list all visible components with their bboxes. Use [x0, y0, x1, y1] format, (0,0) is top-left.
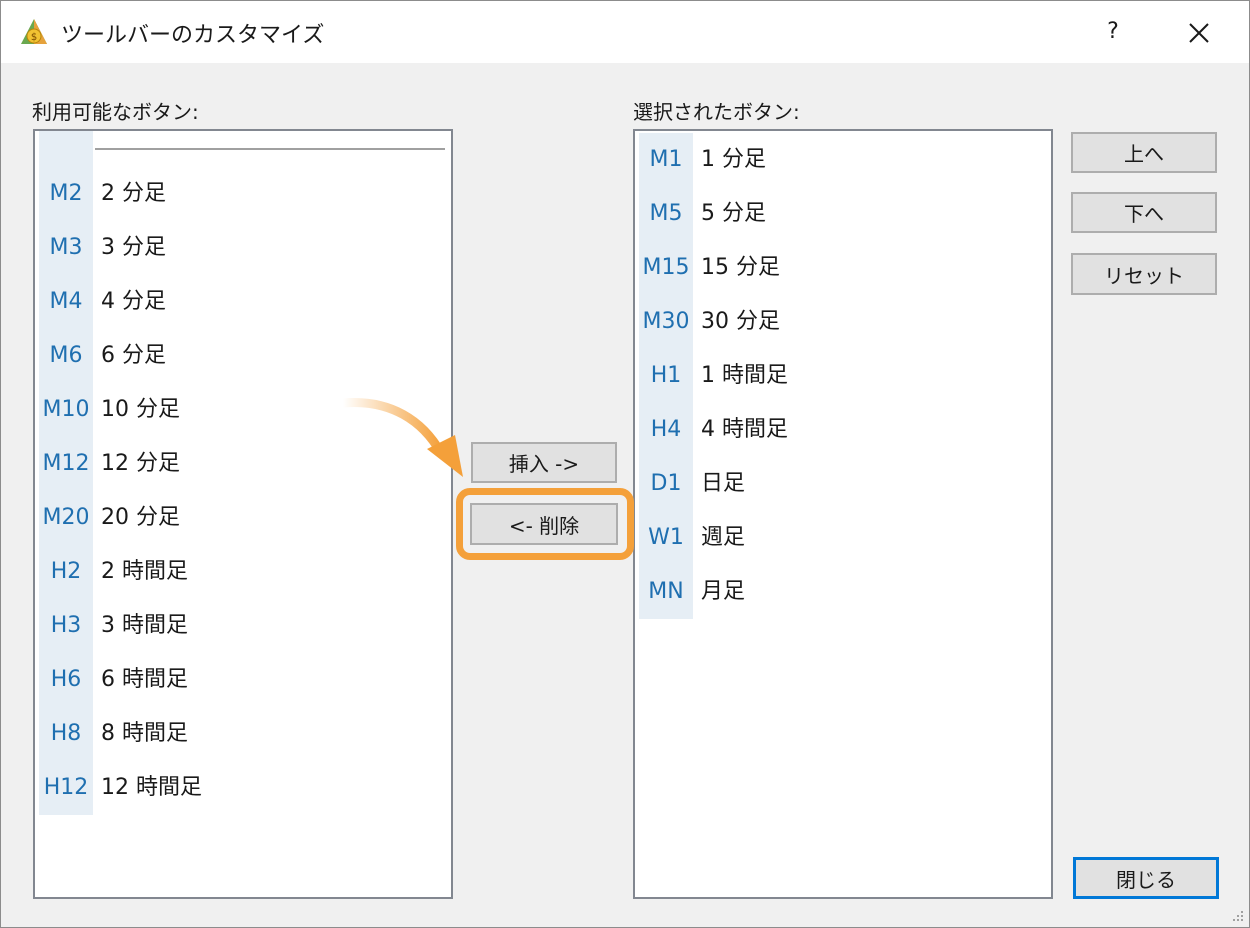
- timeframe-label: 6 分足: [101, 343, 166, 368]
- selected-buttons-list[interactable]: M1 1 分足 M5 5 分足 M15 15 分足 M30 30 分足 H1 1 時間足 H4 4 時…: [633, 129, 1053, 899]
- timeframe-label: 2 分足: [101, 181, 166, 206]
- timeframe-code: H3: [39, 599, 93, 653]
- timeframe-label: 2 時間足: [101, 559, 188, 584]
- timeframe-code: M5: [639, 187, 693, 241]
- available-item-m6[interactable]: M6 6 分足: [35, 329, 451, 383]
- timeframe-code: M30: [639, 295, 693, 349]
- timeframe-code: H8: [39, 707, 93, 761]
- timeframe-code: M15: [639, 241, 693, 295]
- timeframe-code: M20: [39, 491, 93, 545]
- timeframe-code: M1: [639, 133, 693, 187]
- selected-item-h1[interactable]: H1 1 時間足: [635, 349, 1051, 403]
- timeframe-label: 日足: [701, 471, 746, 496]
- separator-item[interactable]: [35, 131, 451, 171]
- selected-buttons-label: 選択されたボタン:: [633, 100, 800, 124]
- timeframe-label: 8 時間足: [101, 721, 188, 746]
- timeframe-code: M3: [39, 221, 93, 275]
- selected-item-d1[interactable]: D1 日足: [635, 457, 1051, 511]
- timeframe-code: M10: [39, 383, 93, 437]
- timeframe-label: 3 時間足: [101, 613, 188, 638]
- window-title: ツールバーのカスタマイズ: [61, 23, 325, 48]
- available-item-m20[interactable]: M20 20 分足: [35, 491, 451, 545]
- timeframe-label: 週足: [701, 525, 746, 550]
- timeframe-code: H4: [639, 403, 693, 457]
- timeframe-label: 10 分足: [101, 397, 180, 422]
- available-item-h3[interactable]: H3 3 時間足: [35, 599, 451, 653]
- available-item-h2[interactable]: H2 2 時間足: [35, 545, 451, 599]
- selected-item-mn[interactable]: MN 月足: [635, 565, 1051, 619]
- timeframe-label: 5 分足: [701, 201, 766, 226]
- timeframe-code: M2: [39, 167, 93, 221]
- timeframe-label: 6 時間足: [101, 667, 188, 692]
- timeframe-label: 20 分足: [101, 505, 180, 530]
- available-item-m2[interactable]: M2 2 分足: [35, 167, 451, 221]
- svg-text:$: $: [31, 32, 37, 43]
- selected-item-m1[interactable]: M1 1 分足: [635, 133, 1051, 187]
- timeframe-code: H12: [39, 761, 93, 815]
- available-item-m4[interactable]: M4 4 分足: [35, 275, 451, 329]
- timeframe-code: MN: [639, 565, 693, 619]
- available-buttons-list[interactable]: M2 2 分足 M3 3 分足 M4 4 分足 M6 6 分足 M10 10 分足 M12 12 分足…: [33, 129, 453, 899]
- app-logo-icon: $: [21, 19, 47, 44]
- selected-item-m30[interactable]: M30 30 分足: [635, 295, 1051, 349]
- selected-item-h4[interactable]: H4 4 時間足: [635, 403, 1051, 457]
- close-icon[interactable]: [1181, 15, 1217, 51]
- timeframe-label: 4 時間足: [701, 417, 788, 442]
- selected-item-w1[interactable]: W1 週足: [635, 511, 1051, 565]
- move-down-button[interactable]: 下へ: [1071, 192, 1217, 233]
- timeframe-label: 1 時間足: [701, 363, 788, 388]
- timeframe-label: 4 分足: [101, 289, 166, 314]
- timeframe-code: M4: [39, 275, 93, 329]
- timeframe-label: 1 分足: [701, 147, 766, 172]
- timeframe-label: 月足: [701, 579, 746, 604]
- available-item-h6[interactable]: H6 6 時間足: [35, 653, 451, 707]
- selected-item-m15[interactable]: M15 15 分足: [635, 241, 1051, 295]
- available-item-h12[interactable]: H12 12 時間足: [35, 761, 451, 815]
- help-button[interactable]: ?: [1095, 13, 1131, 51]
- hint-arrow-icon: [338, 398, 463, 477]
- timeframe-label: 12 時間足: [101, 775, 202, 800]
- close-button[interactable]: 閉じる: [1073, 857, 1219, 899]
- timeframe-label: 15 分足: [701, 255, 780, 280]
- separator-line: [95, 148, 445, 150]
- timeframe-code: H2: [39, 545, 93, 599]
- timeframe-label: 30 分足: [701, 309, 780, 334]
- separator-code-cell: [39, 131, 93, 171]
- insert-button[interactable]: 挿入 ->: [471, 442, 617, 483]
- customize-toolbar-dialog: $ ツールバーのカスタマイズ ? 利用可能なボタン: 選択されたボタン: M2 2…: [0, 0, 1250, 928]
- timeframe-code: H1: [639, 349, 693, 403]
- available-item-h8[interactable]: H8 8 時間足: [35, 707, 451, 761]
- timeframe-code: D1: [639, 457, 693, 511]
- timeframe-label: 3 分足: [101, 235, 166, 260]
- timeframe-code: M12: [39, 437, 93, 491]
- remove-button[interactable]: <- 削除: [470, 503, 618, 545]
- resize-grip-icon[interactable]: [1229, 907, 1245, 923]
- timeframe-code: H6: [39, 653, 93, 707]
- available-item-m3[interactable]: M3 3 分足: [35, 221, 451, 275]
- timeframe-label: 12 分足: [101, 451, 180, 476]
- selected-item-m5[interactable]: M5 5 分足: [635, 187, 1051, 241]
- timeframe-code: W1: [639, 511, 693, 565]
- move-up-button[interactable]: 上へ: [1071, 132, 1217, 173]
- reset-button[interactable]: リセット: [1071, 253, 1217, 295]
- timeframe-code: M6: [39, 329, 93, 383]
- title-bar: $ ツールバーのカスタマイズ ?: [1, 1, 1249, 63]
- available-buttons-label: 利用可能なボタン:: [32, 100, 199, 124]
